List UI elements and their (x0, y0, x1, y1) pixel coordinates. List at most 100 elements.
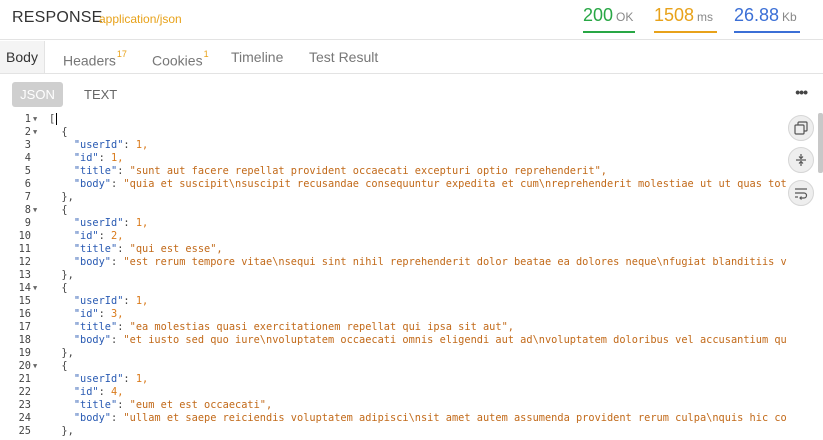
response-time-unit: ms (697, 10, 714, 24)
format-json-button[interactable]: JSON (12, 82, 63, 107)
copy-icon[interactable] (788, 115, 814, 141)
beautify-icon[interactable] (788, 147, 814, 173)
fold-toggle-icon: ▼ (33, 362, 38, 370)
json-colon: : (123, 373, 136, 385)
response-tabs: Body Headers17 Cookies1 Timeline Test Re… (0, 41, 823, 74)
line-number: 25 (18, 425, 31, 437)
json-bracket: { (49, 204, 68, 216)
code-line: 21 "userId": 1, (0, 373, 823, 386)
wrap-icon[interactable] (788, 180, 814, 206)
tab-body[interactable]: Body (0, 41, 45, 73)
line-number: 10 (18, 230, 31, 242)
json-colon: : (111, 334, 124, 346)
json-value: "sunt aut facere repellat provident occa… (129, 165, 607, 177)
tab-headers[interactable]: Headers17 (63, 41, 127, 73)
json-bracket: }, (49, 347, 74, 359)
code-line: 23 "title": "eum et est occaecati", (0, 399, 823, 412)
code-text: "body": "quia et suscipit\nsuscipit recu… (49, 178, 787, 191)
code-line: 10 "id": 2, (0, 230, 823, 243)
line-number: 15 (18, 295, 31, 307)
json-value: "eum et est occaecati", (129, 399, 273, 411)
code-line: 4 "id": 1, (0, 152, 823, 165)
response-size-value: 26.88 (734, 5, 780, 25)
tab-timeline[interactable]: Timeline (231, 41, 283, 73)
json-colon: : (123, 139, 136, 151)
json-value: "est rerum tempore vitae\nsequi sint nih… (123, 256, 787, 268)
code-text: { (49, 360, 67, 373)
code-line: 8 ▼ { (0, 204, 823, 217)
line-number: 1 (24, 113, 31, 125)
code-line: 3 "userId": 1, (0, 139, 823, 152)
response-body-editor[interactable]: 1 ▼[2 ▼ {3 "userId": 1, 4 "id": 1, 5 "title"… (0, 113, 823, 440)
code-line: 12 "body": "est rerum tempore vitae\nseq… (0, 256, 823, 269)
code-text: { (49, 282, 67, 295)
code-text: "title": "ea molestias quasi exercitatio… (49, 321, 514, 334)
code-text: }, (49, 347, 74, 360)
tab-cookies[interactable]: Cookies1 (152, 41, 209, 73)
editor-scrollbar[interactable] (818, 113, 823, 173)
response-header: RESPONSE application/json 200 OK 1508 ms 2… (0, 0, 823, 40)
code-line: 24 "body": "ullam et saepe reiciendis vo… (0, 412, 823, 425)
line-number: 23 (18, 399, 31, 411)
json-colon: : (117, 165, 130, 177)
code-text: "id": 2, (49, 230, 124, 243)
code-line: 5 "title": "sunt aut facere repellat pro… (0, 165, 823, 178)
line-number: 16 (18, 308, 31, 320)
code-line: 9 "userId": 1, (0, 217, 823, 230)
json-value: 1, (135, 139, 149, 151)
json-colon: : (117, 243, 130, 255)
line-number: 9 (24, 217, 31, 229)
json-colon: : (98, 152, 112, 164)
code-text: "title": "qui est esse", (49, 243, 223, 256)
json-colon: : (123, 217, 136, 229)
headers-count-badge: 17 (116, 49, 127, 59)
code-text: "userId": 1, (49, 139, 148, 152)
response-time-indicator: 1508 ms (654, 5, 717, 33)
json-key: "id" (73, 386, 99, 398)
code-line: 20 ▼ { (0, 360, 823, 373)
code-line: 15 "userId": 1, (0, 295, 823, 308)
line-number: 18 (18, 334, 31, 346)
code-line: 7 }, (0, 191, 823, 204)
code-text: "title": "sunt aut facere repellat provi… (49, 165, 607, 178)
json-bracket: { (49, 126, 68, 138)
json-key: "userId" (73, 295, 124, 307)
json-value: 1, (111, 152, 124, 164)
json-key: "userId" (73, 217, 124, 229)
json-value: 1, (135, 373, 149, 385)
json-bracket: }, (49, 191, 74, 203)
json-key: "body" (73, 412, 112, 424)
line-number: 22 (18, 386, 31, 398)
code-text: "userId": 1, (49, 217, 148, 230)
json-key: "body" (73, 256, 112, 268)
line-number: 24 (18, 412, 31, 424)
line-number: 19 (18, 347, 31, 359)
line-number: 11 (18, 243, 31, 255)
code-text: { (49, 204, 68, 217)
json-value: 1, (135, 217, 149, 229)
more-options-icon[interactable]: ••• (795, 84, 808, 100)
code-text: "id": 1, (49, 152, 124, 165)
json-bracket: }, (49, 425, 74, 437)
json-value: "et iusto sed quo iure\nvoluptatem occae… (123, 334, 787, 346)
json-bracket: [ (49, 113, 56, 125)
json-value: "qui est esse", (129, 243, 223, 255)
code-text: "body": "est rerum tempore vitae\nsequi … (49, 256, 787, 269)
json-key: "title" (73, 243, 118, 255)
fold-toggle-icon: ▼ (33, 284, 38, 292)
line-number: 20 (18, 360, 31, 372)
code-line: 16 "id": 3, (0, 308, 823, 321)
code-text: "userId": 1, (49, 373, 148, 386)
code-text: [ (49, 113, 58, 126)
code-line: 13 }, (0, 269, 823, 282)
tab-test-result[interactable]: Test Result (309, 41, 378, 73)
json-key: "id" (73, 152, 99, 164)
json-colon: : (111, 256, 124, 268)
code-text: }, (49, 191, 74, 204)
json-bracket: }, (49, 269, 74, 281)
code-line: 18 "body": "et iusto sed quo iure\nvolup… (0, 334, 823, 347)
code-line: 25 }, (0, 425, 823, 438)
format-text-button[interactable]: TEXT (84, 82, 117, 107)
code-text: "body": "ullam et saepe reiciendis volup… (49, 412, 787, 425)
fold-toggle-icon: ▼ (33, 128, 38, 136)
